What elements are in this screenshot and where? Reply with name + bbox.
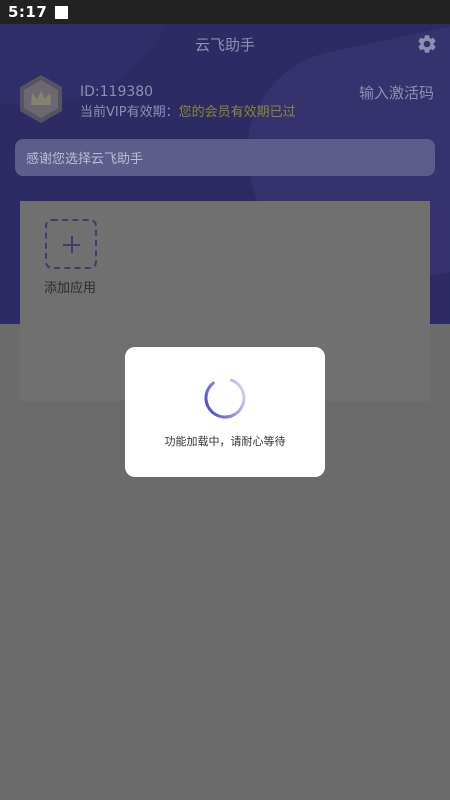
gear-icon[interactable]	[416, 33, 438, 55]
loading-message: 功能加载中，请耐心等待	[164, 435, 286, 448]
user-id: ID:119380	[80, 84, 154, 100]
notice-text: 感谢您选择云飞助手	[26, 152, 144, 167]
notice-bar: 感谢您选择云飞助手	[15, 139, 435, 176]
plus-icon	[45, 219, 97, 269]
notification-icon	[55, 5, 69, 19]
add-app-label: 添加应用	[43, 281, 96, 296]
page-title: 云飞助手	[194, 36, 255, 54]
crown-hexagon-icon[interactable]	[18, 74, 64, 124]
app-screen: 5:17 云飞助手 ID:119380 当前VIP有效期：您的会员有效期已过 输…	[0, 0, 450, 800]
enter-activation-code-link[interactable]: 输入激活码	[359, 82, 434, 103]
loading-spinner-icon	[204, 377, 246, 419]
add-app-button[interactable]: 添加应用	[43, 219, 97, 296]
vip-label: 当前VIP有效期：	[80, 105, 179, 120]
loading-dialog: 功能加载中，请耐心等待	[125, 347, 325, 477]
status-time: 5:17	[8, 3, 48, 21]
status-bar: 5:17	[0, 0, 450, 24]
vip-status: 您的会员有效期已过	[178, 105, 296, 120]
vip-expiry-line: 当前VIP有效期：您的会员有效期已过	[80, 101, 296, 120]
